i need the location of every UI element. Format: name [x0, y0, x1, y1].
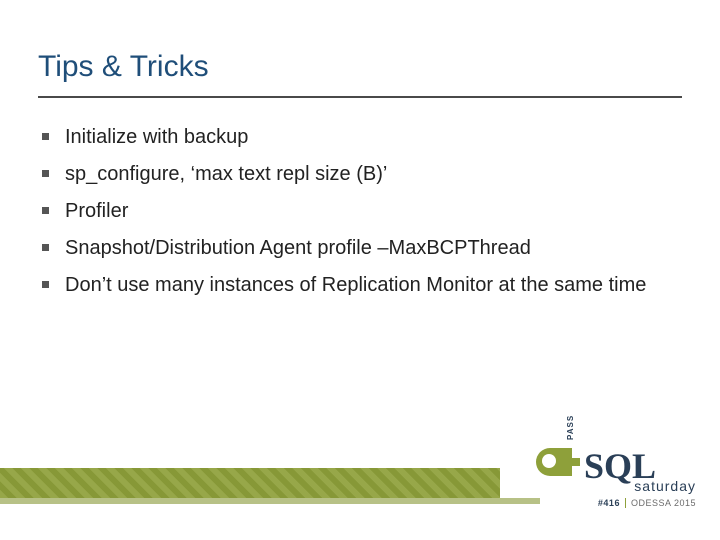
slide: Tips & Tricks Initialize with backup sp_…	[0, 0, 720, 540]
event-tag: #416 ODESSA 2015	[536, 498, 696, 508]
event-number: #416	[598, 498, 620, 508]
list-item: Profiler	[42, 198, 662, 225]
list-item: sp_configure, ‘max text repl size (B)’	[42, 161, 662, 188]
pass-label: PASS	[566, 415, 575, 440]
sql-saturday-logo: PASS SQL saturday #416 ODESSA 2015	[536, 442, 696, 520]
key-icon: PASS	[536, 442, 580, 482]
bullet-text: Initialize with backup	[65, 124, 248, 151]
bullet-icon	[42, 170, 49, 177]
title-underline	[38, 96, 682, 98]
bullet-icon	[42, 133, 49, 140]
bullet-icon	[42, 244, 49, 251]
bullet-text: Snapshot/Distribution Agent profile –Max…	[65, 235, 531, 262]
list-item: Initialize with backup	[42, 124, 662, 151]
list-item: Snapshot/Distribution Agent profile –Max…	[42, 235, 662, 262]
bullet-icon	[42, 207, 49, 214]
bullet-text: Don’t use many instances of Replication …	[65, 272, 646, 299]
slide-title: Tips & Tricks	[38, 50, 209, 84]
bullet-text: Profiler	[65, 198, 128, 225]
list-item: Don’t use many instances of Replication …	[42, 272, 662, 299]
bullet-icon	[42, 281, 49, 288]
event-location: ODESSA 2015	[631, 498, 696, 508]
footer-accent-bar	[0, 468, 500, 498]
separator-icon	[625, 498, 626, 508]
bullet-list: Initialize with backup sp_configure, ‘ma…	[42, 124, 662, 309]
bullet-text: sp_configure, ‘max text repl size (B)’	[65, 161, 387, 188]
footer-accent-thin	[0, 498, 540, 504]
